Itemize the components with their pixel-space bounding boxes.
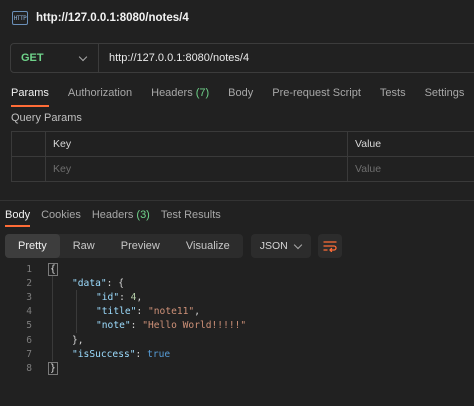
tab-body[interactable]: Body — [217, 80, 253, 106]
param-value-input[interactable]: Value — [348, 157, 474, 181]
json-key: "data" — [72, 277, 107, 289]
view-preview-button[interactable]: Preview — [108, 234, 173, 258]
json-punctuation: : { — [106, 277, 124, 289]
json-boolean-value: true — [147, 348, 171, 360]
query-params-label: Query Params — [11, 112, 82, 124]
row-checkbox-cell — [12, 157, 46, 181]
response-view-toolbar: Pretty Raw Preview Visualize JSON — [5, 234, 342, 258]
request-tab-header: HTTP http://127.0.0.1:8080/notes/4 — [0, 0, 474, 36]
line-number: 6 — [26, 334, 32, 346]
method-label: GET — [21, 52, 44, 64]
json-punctuation: : — [130, 320, 143, 332]
headers-count-badge: (7) — [195, 87, 210, 99]
wrap-lines-button[interactable] — [317, 234, 342, 258]
line-number: 8 — [26, 362, 32, 374]
response-tabs: Body Cookies Headers (3) Test Results — [0, 204, 227, 227]
code-line: 7 "isSuccess": true — [0, 347, 474, 361]
line-number: 7 — [26, 348, 32, 360]
tab-pre-request-script[interactable]: Pre-request Script — [261, 80, 361, 106]
code-line: 1 { — [0, 262, 474, 276]
method-select[interactable]: GET — [11, 44, 99, 72]
line-number: 1 — [26, 263, 32, 275]
url-input[interactable] — [99, 52, 474, 64]
view-raw-button[interactable]: Raw — [60, 234, 108, 258]
json-key: "id" — [96, 291, 120, 303]
header-checkbox-cell — [12, 132, 46, 156]
code-line: 6 }, — [0, 333, 474, 347]
line-number: 4 — [26, 306, 32, 318]
json-punctuation: : — [119, 291, 131, 303]
response-divider[interactable] — [0, 200, 474, 201]
view-visualize-button[interactable]: Visualize — [173, 234, 243, 258]
chevron-down-icon — [78, 52, 88, 61]
line-number: 5 — [26, 320, 32, 332]
code-line: 5 "note": "Hello World!!!!!" — [0, 319, 474, 333]
line-number: 2 — [26, 277, 32, 289]
chevron-down-icon — [293, 240, 302, 249]
code-line: 3 "id": 4, — [0, 290, 474, 304]
code-line: 8 } — [0, 361, 474, 375]
tab-authorization[interactable]: Authorization — [57, 80, 132, 106]
view-pretty-button[interactable]: Pretty — [5, 234, 60, 258]
query-params-header-row: Key Value — [12, 132, 474, 157]
code-line: 4 "title": "note11", — [0, 305, 474, 319]
tab-settings[interactable]: Settings — [414, 80, 465, 106]
url-bar: GET — [10, 43, 474, 73]
query-params-empty-row: Key Value — [12, 157, 474, 182]
key-column-header: Key — [46, 132, 348, 156]
request-tabs: Params Authorization Headers (7) Body Pre… — [0, 80, 472, 107]
tab-headers[interactable]: Headers (7) — [140, 80, 209, 106]
tab-response-headers[interactable]: Headers (3) — [87, 204, 150, 226]
tab-response-cookies[interactable]: Cookies — [36, 204, 81, 226]
line-number: 3 — [26, 291, 32, 303]
response-body-editor[interactable]: 1 { 2 "data": { 3 "id": 4, 4 "title": "n… — [0, 262, 474, 376]
view-mode-group: Pretty Raw Preview Visualize — [5, 234, 243, 258]
request-tab-title: http://127.0.0.1:8080/notes/4 — [36, 12, 189, 24]
json-key: "isSuccess" — [72, 348, 136, 360]
close-brace: } — [48, 361, 58, 375]
json-punctuation: }, — [72, 334, 84, 346]
tab-response-body[interactable]: Body — [0, 204, 31, 227]
json-key: "note" — [96, 320, 131, 332]
json-key: "title" — [96, 306, 137, 318]
tab-params[interactable]: Params — [0, 80, 49, 107]
tab-tests[interactable]: Tests — [369, 80, 406, 106]
param-key-input[interactable]: Key — [46, 157, 348, 181]
format-label: JSON — [259, 240, 288, 252]
json-string-value: "note11" — [148, 306, 195, 318]
response-headers-count-badge: (3) — [136, 209, 150, 221]
json-punctuation: , — [194, 306, 200, 318]
format-select[interactable]: JSON — [250, 234, 311, 258]
json-punctuation: : — [135, 348, 148, 360]
code-line: 2 "data": { — [0, 276, 474, 290]
json-string-value: "Hello World!!!!!" — [142, 320, 247, 332]
open-brace: { — [48, 262, 58, 276]
json-punctuation: : — [136, 306, 148, 318]
value-column-header: Value — [348, 132, 474, 156]
query-params-table: Key Value Key Value — [11, 131, 474, 182]
tab-test-results[interactable]: Test Results — [156, 204, 221, 226]
http-file-icon: HTTP — [12, 11, 28, 25]
json-punctuation: , — [136, 291, 143, 303]
wrap-lines-icon — [323, 241, 337, 252]
